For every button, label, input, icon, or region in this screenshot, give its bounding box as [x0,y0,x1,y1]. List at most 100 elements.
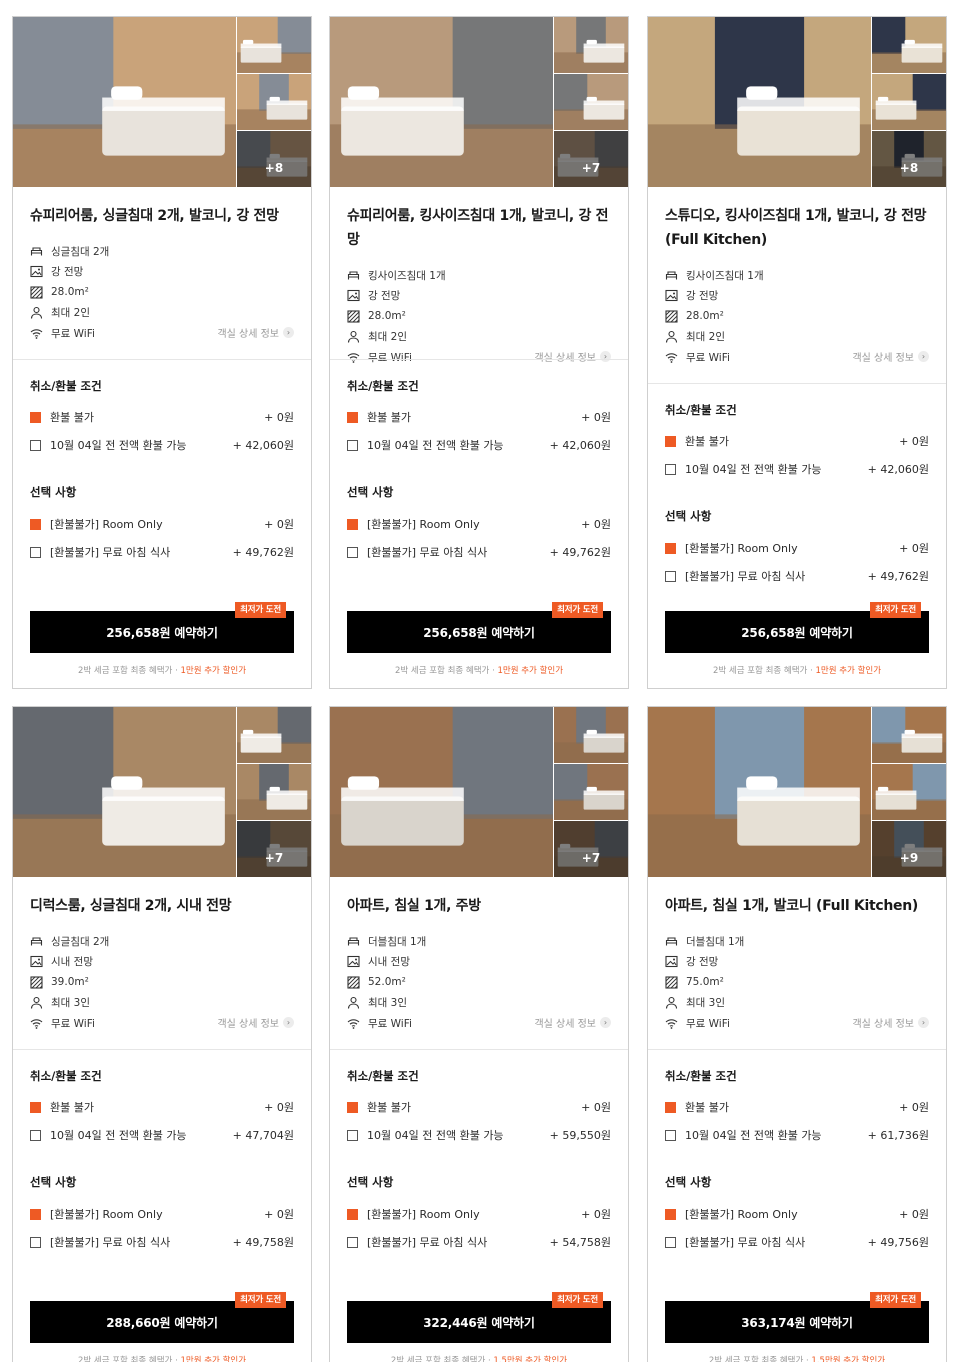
option-checkbox[interactable] [347,1129,358,1141]
book-button[interactable]: 256,658원 예약하기 최저가 도전 [665,602,929,653]
option-checkbox[interactable] [665,463,676,475]
option-checkbox[interactable] [30,1208,41,1220]
room-thumbnail[interactable] [872,707,946,763]
cancel-option[interactable]: 10월 04일 전 전액 환불 가능 + 42,060원 [30,431,294,459]
room-main-photo[interactable] [13,707,236,877]
price-footnote: 2박 세금 포함 최종 혜택가 · 1만원 추가 할인가 [13,664,311,676]
room-photo-gallery[interactable]: +9 [648,707,946,877]
cancel-option[interactable]: 10월 04일 전 전액 환불 가능 + 42,060원 [347,431,611,459]
room-thumbnail-more[interactable]: +7 [554,821,628,877]
room-thumbnail[interactable] [872,764,946,820]
room-thumbnail-more[interactable]: +8 [237,131,311,187]
cancel-policy-section: 취소/환불 조건 환불 불가 + 0원 10월 04일 전 전액 환불 가능 +… [347,378,611,459]
feature-capacity-text: 최대 3인 [368,997,407,1010]
room-thumbnail-more[interactable]: +7 [237,821,311,877]
room-thumbnail[interactable] [872,74,946,130]
extra-option[interactable]: [환불불가] Room Only + 0원 [665,1200,929,1228]
book-button[interactable]: 363,174원 예약하기 최저가 도전 [665,1292,929,1343]
book-button[interactable]: 288,660원 예약하기 최저가 도전 [30,1292,294,1343]
option-checkbox[interactable] [665,1101,676,1113]
room-detail-link[interactable]: 객실 상세 정보 › [852,349,929,364]
option-checkbox[interactable] [665,1236,676,1248]
room-thumbnail[interactable] [237,707,311,763]
option-checkbox[interactable] [30,518,41,530]
option-checkbox[interactable] [30,1101,41,1113]
extra-option[interactable]: [환불불가] 무료 아침 식사 + 49,762원 [665,562,929,590]
cancel-option[interactable]: 10월 04일 전 전액 환불 가능 + 61,736원 [665,1121,929,1149]
room-main-photo[interactable] [330,707,553,877]
option-checkbox[interactable] [347,1208,358,1220]
cancel-option[interactable]: 환불 불가 + 0원 [30,1093,294,1121]
room-main-photo[interactable] [330,17,553,187]
room-main-photo[interactable] [648,17,871,187]
room-thumbnail[interactable] [237,17,311,73]
room-photo-gallery[interactable]: +7 [330,17,628,187]
extra-option-price: + 49,762원 [549,546,611,559]
room-card: +7 아파트, 침실 1개, 주방 더블침대 1개 시내 전망 52.0m² 최… [329,706,629,1362]
extra-option[interactable]: [환불불가] Room Only + 0원 [347,510,611,538]
option-checkbox[interactable] [665,570,676,582]
cancel-option[interactable]: 10월 04일 전 전액 환불 가능 + 59,550원 [347,1121,611,1149]
option-checkbox[interactable] [665,1208,676,1220]
cancel-option-label: 환불 불가 [50,411,94,424]
book-button[interactable]: 322,446원 예약하기 최저가 도전 [347,1292,611,1343]
option-checkbox[interactable] [30,411,41,423]
room-detail-link[interactable]: 객실 상세 정보 › [534,1015,611,1030]
cancel-option[interactable]: 10월 04일 전 전액 환불 가능 + 42,060원 [665,455,929,483]
option-checkbox[interactable] [665,542,676,554]
option-checkbox[interactable] [347,546,358,558]
extra-option-label: [환불불가] Room Only [685,1208,798,1221]
option-checkbox[interactable] [665,1129,676,1141]
room-detail-link[interactable]: 객실 상세 정보 › [852,1015,929,1030]
room-thumbnail[interactable] [237,764,311,820]
cancel-option[interactable]: 환불 불가 + 0원 [665,1093,929,1121]
extra-option[interactable]: [환불불가] 무료 아침 식사 + 54,758원 [347,1228,611,1256]
room-photo-gallery[interactable]: +7 [13,707,311,877]
option-checkbox[interactable] [30,546,41,558]
extra-option[interactable]: [환불불가] 무료 아침 식사 + 49,756원 [665,1228,929,1256]
room-thumbnail[interactable] [237,74,311,130]
room-detail-link[interactable]: 객실 상세 정보 › [217,325,294,340]
room-thumbnail[interactable] [554,17,628,73]
extra-option[interactable]: [환불불가] Room Only + 0원 [30,510,294,538]
cancel-option[interactable]: 환불 불가 + 0원 [665,427,929,455]
option-checkbox[interactable] [665,435,676,447]
extra-option[interactable]: [환불불가] 무료 아침 식사 + 49,762원 [30,538,294,566]
book-button[interactable]: 256,658원 예약하기 최저가 도전 [347,602,611,653]
room-thumbnail[interactable] [554,74,628,130]
room-title: 아파트, 침실 1개, 주방 [347,894,611,918]
option-checkbox[interactable] [347,518,358,530]
option-checkbox[interactable] [347,1236,358,1248]
extra-option[interactable]: [환불불가] Room Only + 0원 [665,534,929,562]
extra-option[interactable]: [환불불가] 무료 아침 식사 + 49,758원 [30,1228,294,1256]
cancel-option[interactable]: 환불 불가 + 0원 [30,403,294,431]
room-thumbnail-more[interactable]: +7 [554,131,628,187]
room-detail-link[interactable]: 객실 상세 정보 › [217,1015,294,1030]
cancel-option[interactable]: 환불 불가 + 0원 [347,403,611,431]
room-photo-gallery[interactable]: +8 [13,17,311,187]
option-checkbox[interactable] [30,439,41,451]
extra-option[interactable]: [환불불가] Room Only + 0원 [347,1200,611,1228]
cancel-option[interactable]: 10월 04일 전 전액 환불 가능 + 47,704원 [30,1121,294,1149]
room-photo-gallery[interactable]: +8 [648,17,946,187]
extra-option[interactable]: [환불불가] 무료 아침 식사 + 49,762원 [347,538,611,566]
option-checkbox[interactable] [347,439,358,451]
room-main-photo[interactable] [13,17,236,187]
option-checkbox[interactable] [347,1101,358,1113]
room-photo-gallery[interactable]: +7 [330,707,628,877]
room-thumbnail[interactable] [554,764,628,820]
option-checkbox[interactable] [347,411,358,423]
extra-option[interactable]: [환불불가] Room Only + 0원 [30,1200,294,1228]
room-thumbnail[interactable] [872,17,946,73]
cancel-policy-title: 취소/환불 조건 [665,1069,737,1083]
room-thumbnail[interactable] [554,707,628,763]
room-title: 스튜디오, 킹사이즈침대 1개, 발코니, 강 전망 (Full Kitchen… [665,204,929,252]
room-thumbnail-more[interactable]: +8 [872,131,946,187]
option-checkbox[interactable] [30,1236,41,1248]
room-detail-link[interactable]: 객실 상세 정보 › [534,349,611,364]
cancel-option[interactable]: 환불 불가 + 0원 [347,1093,611,1121]
room-main-photo[interactable] [648,707,871,877]
room-thumbnail-more[interactable]: +9 [872,821,946,877]
book-button[interactable]: 256,658원 예약하기 최저가 도전 [30,602,294,653]
option-checkbox[interactable] [30,1129,41,1141]
